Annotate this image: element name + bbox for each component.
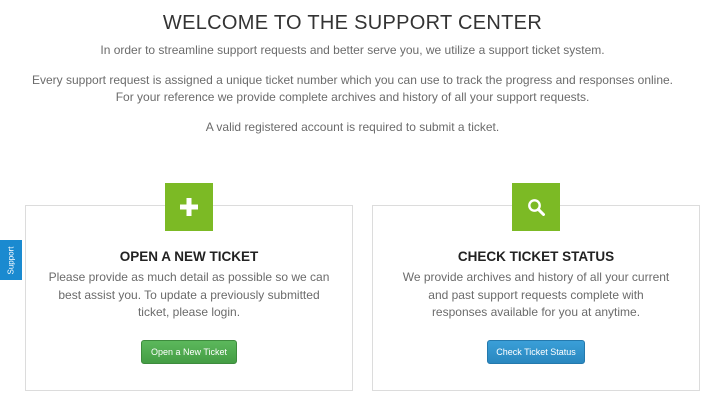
intro-line-archives: For your reference we provide complete a… <box>115 90 590 104</box>
intro-text-account-required: A valid registered account is required t… <box>205 120 500 134</box>
support-tab-label: Support <box>6 245 16 275</box>
check-status-description: We provide archives and history of all y… <box>387 269 685 322</box>
search-icon <box>512 183 560 231</box>
open-ticket-title: OPEN A NEW TICKET <box>119 249 259 264</box>
open-ticket-text-line: best assist you. To update a previously … <box>58 287 320 302</box>
check-status-text-line: and past support requests complete with <box>428 287 644 302</box>
intro-line-tracking: Every support request is assigned a uniq… <box>31 73 674 87</box>
check-status-text-line: responses available for you at anytime. <box>431 305 641 319</box>
support-center-page: WELCOME TO THE SUPPORT CENTER In order t… <box>0 0 705 401</box>
check-ticket-status-button[interactable]: Check Ticket Status <box>487 340 585 364</box>
check-status-title: CHECK TICKET STATUS <box>457 249 615 264</box>
page-title: WELCOME TO THE SUPPORT CENTER <box>162 12 543 34</box>
support-side-tab[interactable]: Support <box>0 240 22 280</box>
open-ticket-description: Please provide as much detail as possibl… <box>40 269 338 322</box>
check-status-text-line: We provide archives and history of all y… <box>402 270 670 284</box>
plus-icon <box>165 183 213 231</box>
intro-text-ticket-number: Every support request is assigned a uniq… <box>0 72 705 106</box>
check-status-card: CHECK TICKET STATUS We provide archives … <box>372 183 700 391</box>
intro-text-streamline: In order to streamline support requests … <box>100 43 605 57</box>
open-ticket-text-line: Please provide as much detail as possibl… <box>48 270 330 284</box>
open-new-ticket-button[interactable]: Open a New Ticket <box>141 340 237 364</box>
open-ticket-card: OPEN A NEW TICKET Please provide as much… <box>25 183 353 391</box>
open-ticket-text-line: ticket, please login. <box>137 305 241 319</box>
